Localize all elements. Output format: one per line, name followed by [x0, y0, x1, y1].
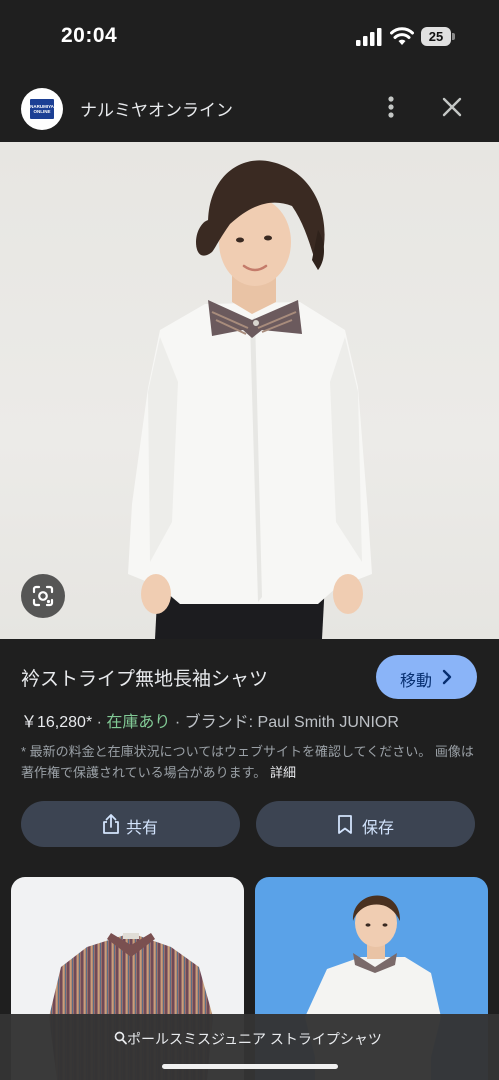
- wifi-icon: [390, 27, 414, 45]
- disclaimer: * 最新の料金と在庫状況についてはウェブサイトを確認してください。 画像は著作権…: [21, 741, 479, 783]
- product-meta: ￥16,280* · 在庫あり · ブランド: Paul Smith JUNIO…: [21, 708, 399, 732]
- site-name[interactable]: ナルミヤオンライン: [80, 96, 233, 121]
- battery-level: 25: [428, 29, 444, 44]
- share-label: 共有: [126, 820, 159, 837]
- disclaimer-text: * 最新の料金と在庫状況についてはウェブサイトを確認してください。 画像は著作権…: [21, 744, 474, 780]
- lens-icon: [32, 585, 54, 607]
- visit-label: 移動: [400, 673, 433, 690]
- separator: ·: [174, 714, 185, 731]
- more-vert-icon[interactable]: [380, 94, 402, 120]
- visit-button[interactable]: 移動: [376, 655, 477, 699]
- lens-button[interactable]: [21, 574, 65, 618]
- search-bar[interactable]: ポールスミスジュニア ストライプシャツ: [0, 1014, 499, 1080]
- site-logo[interactable]: NARUMIYA ONLINE: [21, 88, 63, 130]
- chevron-right-icon: [442, 669, 452, 685]
- search-query: ポールスミスジュニア ストライプシャツ: [127, 1031, 382, 1047]
- status-bar: 20:04 25: [0, 0, 499, 74]
- close-icon[interactable]: [440, 94, 464, 120]
- battery-icon: 25: [421, 27, 455, 46]
- home-indicator: [162, 1064, 338, 1069]
- product-brand: ブランド: Paul Smith JUNIOR: [184, 714, 399, 731]
- signal-icon: [356, 28, 382, 46]
- site-logo-text: NARUMIYA ONLINE: [30, 99, 54, 119]
- save-button[interactable]: 保存: [256, 801, 475, 847]
- bookmark-icon: [338, 815, 352, 834]
- share-icon: [103, 814, 119, 834]
- separator: ·: [96, 714, 107, 731]
- search-icon: [114, 1031, 127, 1045]
- stock-status: 在庫あり: [106, 714, 171, 731]
- details-link[interactable]: 詳細: [270, 765, 296, 780]
- share-button[interactable]: 共有: [21, 801, 240, 847]
- product-title: 衿ストライプ無地長袖シャツ: [21, 669, 269, 690]
- site-header: NARUMIYA ONLINE ナルミヤオンライン: [0, 74, 499, 142]
- status-time: 20:04: [61, 24, 118, 47]
- product-price: ￥16,280*: [21, 714, 93, 731]
- product-photo: [128, 160, 372, 639]
- product-image[interactable]: [0, 142, 499, 639]
- save-label: 保存: [362, 820, 395, 837]
